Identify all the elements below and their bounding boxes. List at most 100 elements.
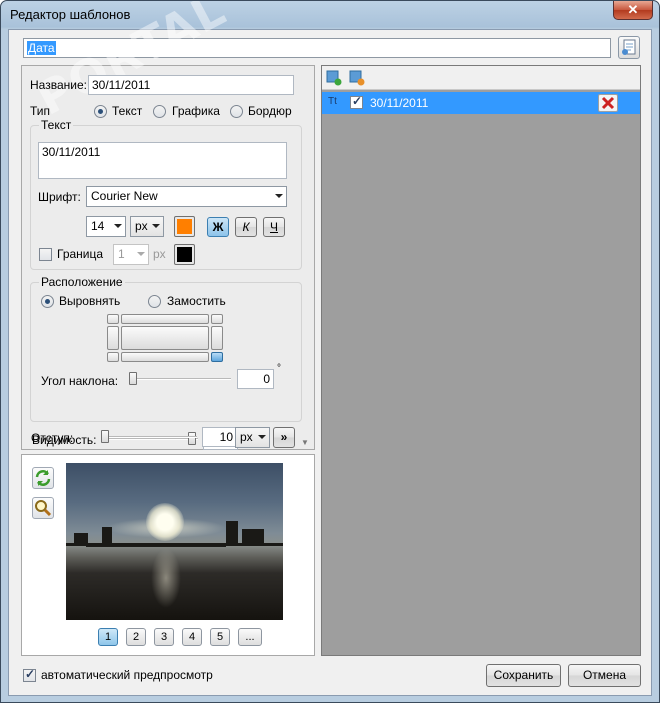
type-label: Тип (30, 104, 51, 118)
template-editor-window: Редактор шаблонов ✕ Дата PORTAL Название… (0, 0, 660, 703)
delete-icon (601, 96, 615, 110)
duplicate-layer-button[interactable] (349, 70, 365, 86)
align-radio[interactable] (41, 295, 54, 308)
underline-button[interactable]: Ч (263, 217, 285, 237)
layer-row[interactable]: Tt 30/11/2011 (322, 92, 640, 114)
page-button-4[interactable]: 4 (182, 628, 202, 646)
indent-unit-value: px (240, 430, 253, 444)
angle-label: Угол наклона: (41, 374, 119, 388)
close-button[interactable]: ✕ (613, 1, 653, 20)
page-button-2[interactable]: 2 (126, 628, 146, 646)
text-color-swatch[interactable] (174, 216, 195, 237)
shoreline (66, 543, 283, 546)
border-color-swatch[interactable] (174, 244, 195, 265)
layer-visible-checkbox[interactable] (350, 94, 363, 109)
align-middle-left[interactable] (107, 326, 119, 350)
template-name-selection: Дата (27, 41, 56, 55)
type-border-label: Бордюр (248, 104, 292, 118)
border-unit-label: px (153, 247, 166, 261)
preview-image (66, 463, 283, 620)
layers-toolbar (322, 66, 640, 90)
align-bottom-center[interactable] (121, 352, 209, 362)
align-top-left[interactable] (107, 314, 119, 324)
cancel-button[interactable]: Отмена (568, 664, 641, 687)
type-border-radio[interactable] (230, 105, 243, 118)
italic-button[interactable]: К (235, 217, 257, 237)
font-value: Courier New (91, 189, 158, 203)
page-button-1[interactable]: 1 (98, 628, 118, 646)
align-bottom-left[interactable] (107, 352, 119, 362)
font-size-value: 14 (91, 219, 105, 233)
indent-input[interactable]: 10 (202, 427, 237, 447)
refresh-icon (35, 470, 51, 486)
delete-layer-button[interactable] (598, 94, 618, 112)
building (226, 521, 238, 545)
angle-unit: ° (277, 363, 281, 374)
border-label: Граница (57, 247, 104, 261)
template-file-button[interactable] (618, 36, 640, 59)
sun (146, 503, 184, 541)
position-group-label: Расположение (39, 275, 125, 289)
align-middle-right[interactable] (211, 326, 223, 350)
add-layer-icon (326, 70, 342, 86)
name-label: Название: (30, 78, 87, 92)
indent-slider-track[interactable] (101, 436, 197, 438)
position-group: Расположение Выровнять Замостить Угол на… (30, 275, 302, 422)
layers-panel: Tt 30/11/2011 (321, 65, 641, 656)
text-color-fill (177, 219, 192, 234)
angle-input[interactable]: 0 (237, 369, 274, 389)
type-text-radio[interactable] (94, 105, 107, 118)
text-input[interactable]: 30/11/2011 (38, 142, 287, 179)
angle-slider-track[interactable] (129, 378, 231, 380)
type-text-label: Текст (112, 104, 143, 118)
name-input[interactable]: 30/11/2011 (88, 75, 294, 95)
type-graphic-label: Графика (172, 104, 220, 118)
auto-preview-label: автоматический предпросмотр (41, 668, 213, 682)
indent-unit-select[interactable]: px (235, 427, 270, 448)
add-layer-button[interactable] (326, 70, 342, 86)
title-bar: Редактор шаблонов ✕ (1, 1, 659, 29)
refresh-preview-button[interactable] (32, 467, 54, 489)
water-reflection (151, 548, 181, 608)
bold-button[interactable]: Ж (207, 217, 229, 237)
visibility-slider-track[interactable] (102, 438, 198, 440)
type-graphic-radio[interactable] (153, 105, 166, 118)
template-name-input[interactable]: Дата (23, 38, 611, 58)
font-unit-select[interactable]: px (130, 216, 164, 237)
border-color-fill (177, 247, 192, 262)
border-checkbox[interactable] (39, 248, 52, 261)
panel-scroll-down-icon[interactable]: ▼ (301, 438, 309, 447)
settings-panel: PORTAL Название: 30/11/2011 Тип Текст Гр… (21, 1, 315, 450)
text-group: Текст 30/11/2011 Шрифт: Courier New 14 p… (30, 118, 302, 270)
text-group-label: Текст (39, 118, 74, 132)
page-button-5[interactable]: 5 (210, 628, 230, 646)
visibility-slider-thumb[interactable] (188, 432, 196, 445)
text-layer-icon: Tt (328, 96, 337, 107)
align-middle-center[interactable] (121, 326, 209, 350)
duplicate-layer-icon (349, 70, 365, 86)
window-title: Редактор шаблонов (10, 7, 131, 22)
font-size-select[interactable]: 14 (86, 216, 126, 237)
tile-radio[interactable] (148, 295, 161, 308)
font-label: Шрифт: (38, 190, 81, 204)
preview-panel: 1 2 3 4 5 ... (21, 454, 315, 656)
align-bottom-right[interactable] (211, 352, 223, 362)
page-button-more[interactable]: ... (238, 628, 262, 646)
tile-label: Замостить (167, 294, 226, 308)
align-top-right[interactable] (211, 314, 223, 324)
save-button[interactable]: Сохранить (486, 664, 561, 687)
font-unit-value: px (135, 219, 148, 233)
indent-more-button[interactable]: » (273, 427, 295, 448)
align-label: Выровнять (59, 294, 121, 308)
border-size-select[interactable]: 1 (113, 244, 149, 265)
angle-slider-thumb[interactable] (129, 372, 137, 385)
indent-label: Отступ: (31, 431, 74, 445)
auto-preview-checkbox[interactable] (23, 667, 36, 682)
align-top-center[interactable] (121, 314, 209, 324)
border-size-value: 1 (118, 247, 125, 261)
layer-name: 30/11/2011 (370, 96, 429, 110)
page-button-3[interactable]: 3 (154, 628, 174, 646)
indent-slider-thumb[interactable] (101, 430, 109, 443)
zoom-preview-button[interactable] (32, 497, 54, 519)
font-select[interactable]: Courier New (86, 186, 287, 207)
